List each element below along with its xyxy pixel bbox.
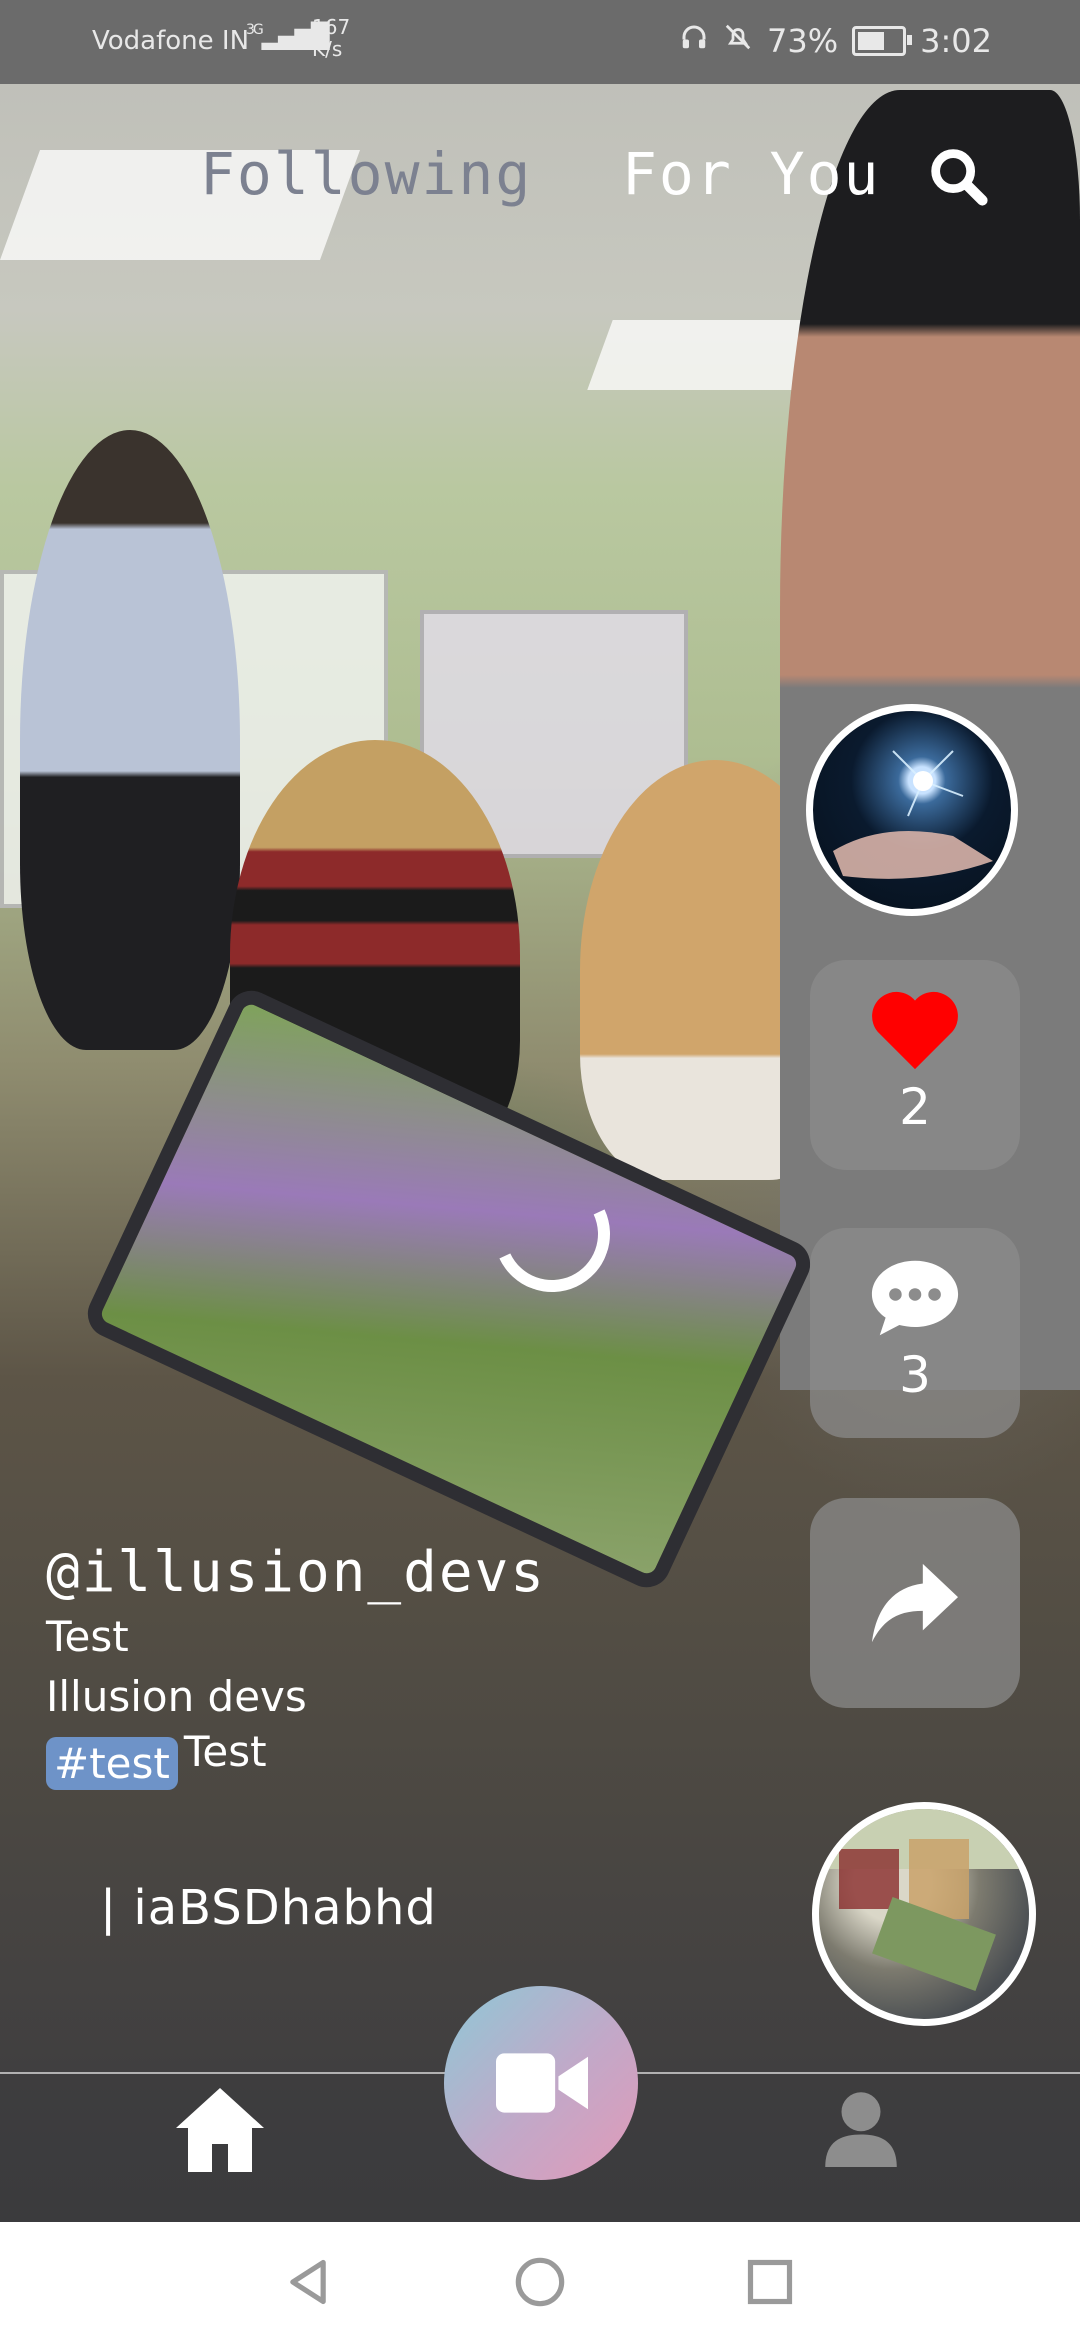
- music-disc[interactable]: [812, 1802, 1036, 2026]
- profile-icon[interactable]: [822, 2088, 900, 2168]
- record-video-button[interactable]: [444, 1986, 638, 2180]
- caption-line-2: Illusion devs: [46, 1672, 307, 1721]
- battery-percent: 73%: [767, 22, 839, 60]
- like-count: 2: [899, 1078, 931, 1136]
- comment-button[interactable]: 3: [810, 1228, 1020, 1438]
- hashtag-chip[interactable]: #test: [46, 1737, 178, 1790]
- tab-following[interactable]: Following: [200, 140, 532, 208]
- feed-tabs: Following For You: [0, 140, 1080, 220]
- clock: 3:02: [920, 22, 992, 60]
- share-button[interactable]: [810, 1498, 1020, 1708]
- home-circle-icon[interactable]: [514, 2256, 566, 2308]
- system-navigation-bar: [0, 2222, 1080, 2340]
- share-icon: [868, 1560, 962, 1650]
- battery-fill: [858, 32, 885, 50]
- video-caption: @illusion_devs Test Illusion devs #test …: [46, 1540, 546, 1790]
- home-icon[interactable]: [172, 2084, 268, 2176]
- back-triangle-icon[interactable]: [282, 2256, 334, 2308]
- mute-bell-icon: [723, 22, 753, 60]
- search-icon[interactable]: [924, 142, 994, 212]
- creator-username[interactable]: @illusion_devs: [46, 1540, 546, 1605]
- headphones-icon: [679, 22, 709, 60]
- recents-square-icon[interactable]: [744, 2256, 796, 2308]
- network-speed: 167 K/s: [312, 16, 350, 60]
- speed-unit: K/s: [312, 37, 343, 61]
- status-right-group: 73% 3:02: [679, 22, 992, 60]
- speed-value: 167: [312, 15, 351, 39]
- avatar-image: [833, 750, 993, 879]
- tab-for-you[interactable]: For You: [622, 140, 880, 208]
- like-button[interactable]: 2: [810, 960, 1020, 1170]
- music-title[interactable]: | iaBSDhabhd: [100, 1880, 437, 1936]
- battery-icon: [852, 26, 913, 56]
- creator-avatar[interactable]: [806, 704, 1018, 916]
- heart-icon: [868, 986, 962, 1074]
- carrier-label: Vodafone IN: [92, 26, 250, 56]
- video-camera-icon: [496, 2050, 588, 2120]
- caption-line-1: Test: [46, 1612, 129, 1661]
- teacher-figure: [20, 430, 240, 1050]
- tag-text: Test: [183, 1727, 267, 1776]
- status-bar: Vodafone IN 3G▂▄▆█ 167 K/s 73% 3:02: [0, 0, 1080, 84]
- caption-tags: #test Test: [46, 1727, 546, 1790]
- disc-thumbnail: [819, 1809, 1029, 1992]
- comment-icon: [868, 1256, 962, 1344]
- comment-count: 3: [899, 1346, 931, 1404]
- network-type: 3G: [246, 22, 264, 38]
